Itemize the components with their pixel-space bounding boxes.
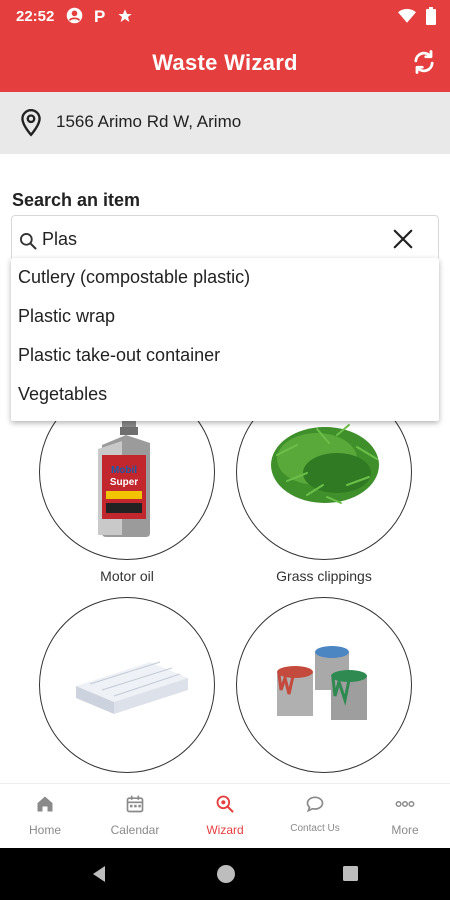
nav-label: Calendar xyxy=(110,823,160,837)
suggestion-item[interactable]: Plastic take-out container xyxy=(18,345,220,366)
svg-text:P: P xyxy=(94,7,105,24)
item-image-frame xyxy=(39,597,215,773)
item-caption: Grass clippings xyxy=(276,568,372,584)
item-image-frame xyxy=(236,597,412,773)
recents-icon[interactable] xyxy=(342,865,359,882)
back-icon[interactable] xyxy=(90,865,108,883)
nav-label: Wizard xyxy=(206,823,244,837)
address-bar[interactable]: 1566 Arimo Rd W, Arimo xyxy=(0,92,450,154)
nav-label: Contact Us xyxy=(290,823,340,834)
parking-icon: P xyxy=(94,7,105,24)
nav-item-home[interactable]: Home xyxy=(0,794,90,837)
refresh-icon[interactable] xyxy=(410,48,438,76)
app-bar: Waste Wizard xyxy=(0,34,450,92)
nav-item-wizard[interactable]: Wizard xyxy=(180,794,270,837)
wifi-icon xyxy=(398,8,416,23)
nav-item-more[interactable]: More xyxy=(360,794,450,837)
more-icon xyxy=(395,800,415,808)
home-icon xyxy=(37,796,53,812)
calendar-icon xyxy=(126,795,144,813)
svg-text:Mobil: Mobil xyxy=(111,465,137,476)
search-label: Search an item xyxy=(12,190,141,210)
status-system-icons xyxy=(398,7,436,25)
battery-icon xyxy=(426,7,436,25)
item-caption: Motor oil xyxy=(100,568,154,584)
close-icon[interactable] xyxy=(392,228,414,250)
bottom-nav: Home Calendar Wizard Contact Us More xyxy=(0,783,450,848)
search-suggestions: Cutlery (compostable plastic) Plastic wr… xyxy=(11,258,439,421)
search-query: Plas xyxy=(42,229,78,249)
system-nav-bar xyxy=(0,848,450,900)
nav-label: More xyxy=(391,823,419,837)
nav-item-contact-us[interactable]: Contact Us xyxy=(270,794,360,834)
svg-text:Super: Super xyxy=(110,477,138,488)
search-input[interactable]: Plas xyxy=(11,215,439,263)
status-time: 22:52 xyxy=(16,8,55,25)
suggestion-item[interactable]: Vegetables xyxy=(18,384,107,405)
nav-label: Home xyxy=(28,823,61,837)
status-notification-icons: P xyxy=(66,7,133,24)
suggestion-item[interactable]: Plastic wrap xyxy=(18,306,115,327)
item-card-mattress[interactable] xyxy=(39,597,215,777)
item-card-paint[interactable] xyxy=(236,597,412,777)
location-pin-icon xyxy=(21,108,41,137)
search-icon xyxy=(20,233,37,250)
star-icon xyxy=(118,8,132,22)
status-bar: 22:52 P xyxy=(0,0,450,34)
mattress-image xyxy=(76,661,188,714)
account-circle-icon xyxy=(66,7,83,24)
app-title: Waste Wizard xyxy=(152,50,298,75)
wizard-icon xyxy=(216,795,234,813)
home-nav-icon[interactable] xyxy=(216,864,236,884)
suggestion-item[interactable]: Cutlery (compostable plastic) xyxy=(18,267,250,288)
nav-item-calendar[interactable]: Calendar xyxy=(90,794,180,837)
chat-icon xyxy=(306,796,324,813)
address-text: 1566 Arimo Rd W, Arimo xyxy=(56,112,242,131)
paint-cans-image xyxy=(277,646,367,720)
